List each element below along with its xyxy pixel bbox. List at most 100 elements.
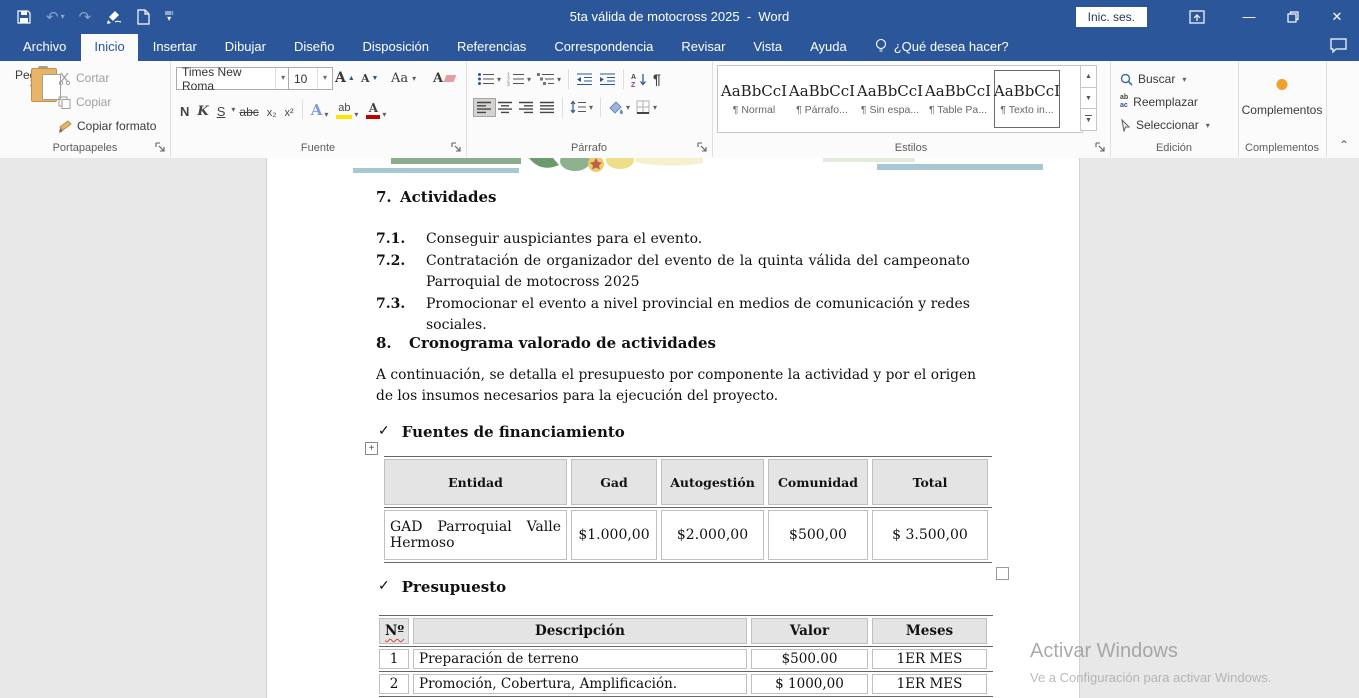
align-center-button[interactable] — [495, 99, 516, 116]
change-case-button[interactable]: Aa▾ — [388, 67, 419, 89]
new-document-icon[interactable] — [137, 9, 150, 25]
collapse-ribbon-icon[interactable]: ⌃ — [1339, 138, 1349, 152]
tab-insertar[interactable]: Insertar — [140, 34, 210, 61]
show-paragraph-marks-button[interactable]: ¶ — [650, 69, 664, 89]
grow-font-button[interactable]: A▲ — [332, 67, 358, 89]
font-dialog-launcher-icon[interactable] — [450, 141, 462, 153]
sign-in-button[interactable]: Inic. ses. — [1076, 7, 1147, 27]
clear-formatting-button[interactable]: A — [430, 67, 458, 89]
table-cell[interactable]: Preparación de terreno — [413, 649, 747, 669]
style-sin-espaciado[interactable]: AaBbCcI ¶ Sin espa... — [858, 71, 922, 127]
table-header-cell[interactable]: Total — [872, 459, 988, 505]
table-header-cell[interactable]: Comunidad — [768, 459, 868, 505]
ribbon-display-options-icon[interactable] — [1175, 0, 1219, 33]
font-size-dropdown-icon[interactable]: ▾ — [317, 68, 332, 89]
table-cell[interactable]: 2 — [379, 674, 409, 694]
select-button[interactable]: Seleccionar▾ — [1120, 115, 1210, 135]
table-header-cell[interactable]: Meses — [872, 618, 987, 644]
table-resize-handle[interactable] — [996, 567, 1009, 580]
table-cell[interactable]: $2.000,00 — [661, 510, 764, 560]
table-move-handle[interactable]: + — [365, 442, 378, 455]
superscript-button[interactable]: x² — [281, 97, 298, 121]
tab-correspondencia[interactable]: Correspondencia — [541, 34, 666, 61]
style-texto-independiente[interactable]: AaBbCcI ¶ Texto in... — [994, 70, 1060, 128]
tab-referencias[interactable]: Referencias — [444, 34, 539, 61]
table-cell[interactable]: $500,00 — [768, 510, 868, 560]
styles-scroll-down-icon[interactable]: ▼ — [1080, 88, 1097, 110]
minimize-button[interactable]: — — [1227, 0, 1271, 33]
styles-more-icon[interactable]: ▼ — [1080, 109, 1097, 131]
tab-revisar[interactable]: Revisar — [668, 34, 738, 61]
table-header-cell[interactable]: Descripción — [413, 618, 747, 644]
table-cell[interactable]: 1ER MES — [872, 649, 987, 669]
tab-ayuda[interactable]: Ayuda — [797, 34, 860, 61]
tab-archivo[interactable]: Archivo — [10, 34, 79, 61]
shrink-font-button[interactable]: A▼ — [358, 67, 381, 89]
tab-dibujar[interactable]: Dibujar — [212, 34, 279, 61]
document-page[interactable]: 7. Actividades 7.1. Conseguir auspiciant… — [266, 158, 1080, 698]
tab-inicio[interactable]: Inicio — [81, 34, 137, 61]
sort-button[interactable]: AZ — [628, 70, 650, 89]
tab-diseno[interactable]: Diseño — [281, 34, 347, 61]
undo-icon[interactable]: ↶▾ — [46, 8, 65, 26]
table-cell[interactable]: 1ER MES — [872, 674, 987, 694]
bold-button[interactable]: N — [176, 97, 193, 121]
style-normal[interactable]: AaBbCcI ¶ Normal — [722, 71, 786, 127]
table-cell[interactable]: GAD Parroquial Valle Hermoso — [384, 510, 567, 560]
ink-tool-icon[interactable] — [105, 9, 123, 25]
multilevel-list-button[interactable]: ▾ — [534, 70, 564, 88]
style-table-paragraph[interactable]: AaBbCcI ¶ Table Pa... — [926, 71, 990, 127]
highlight-button[interactable]: ab▾ — [332, 97, 362, 121]
table-header-cell[interactable]: Valor — [751, 618, 868, 644]
table-cell[interactable]: $500.00 — [751, 649, 868, 669]
table-cell[interactable]: Promoción, Cobertura, Amplificación. — [413, 674, 747, 694]
subscript-button[interactable]: x₂ — [263, 97, 281, 121]
underline-button[interactable]: S — [213, 97, 230, 121]
table-header-cell[interactable]: Autogestión — [661, 459, 764, 505]
customize-qat-icon[interactable]: ≕▾ — [164, 11, 174, 22]
styles-scroll-up-icon[interactable]: ▲ — [1080, 65, 1097, 88]
copy-button[interactable]: Copiar — [58, 93, 156, 111]
font-color-button[interactable]: A▾ — [362, 97, 390, 121]
text-effects-button[interactable]: A▾ — [307, 97, 333, 121]
numbered-list-button[interactable]: 123▾ — [504, 70, 534, 88]
cut-button[interactable]: Cortar — [58, 69, 156, 87]
tab-vista[interactable]: Vista — [740, 34, 795, 61]
tab-disposicion[interactable]: Disposición — [349, 34, 441, 61]
strikethrough-button[interactable]: abc — [235, 97, 262, 121]
decrease-indent-button[interactable] — [573, 70, 596, 88]
style-parrafo[interactable]: AaBbCcI ¶ Párrafo... — [790, 71, 854, 127]
font-name-select[interactable]: Times New Roma▾ — [176, 67, 291, 90]
increase-indent-button[interactable] — [596, 70, 619, 88]
paragraph-dialog-launcher-icon[interactable] — [696, 141, 708, 153]
paste-button[interactable]: Pegar ▾ — [8, 66, 54, 138]
table-header-cell[interactable]: Gad — [571, 459, 657, 505]
bullet-list-button[interactable]: ▾ — [474, 70, 504, 88]
borders-button[interactable]: ▾ — [633, 98, 660, 116]
clipboard-dialog-launcher-icon[interactable] — [154, 141, 166, 153]
table-header-cell[interactable]: Entidad — [384, 459, 567, 505]
table-cell[interactable]: $1.000,00 — [571, 510, 657, 560]
save-icon[interactable] — [16, 9, 32, 25]
format-painter-button[interactable]: Copiar formato — [58, 117, 156, 135]
font-size-select[interactable]: 10▾ — [288, 67, 333, 90]
justify-button[interactable] — [537, 99, 558, 116]
align-right-button[interactable] — [516, 99, 537, 116]
table-cell[interactable]: $ 3.500,00 — [872, 510, 988, 560]
redo-icon[interactable]: ↷ — [79, 8, 92, 26]
styles-dialog-launcher-icon[interactable] — [1094, 141, 1106, 153]
table-cell[interactable]: $ 1000,00 — [751, 674, 868, 694]
replace-button[interactable]: ab ac Reemplazar — [1120, 92, 1198, 112]
tell-me-box[interactable]: ¿Qué desea hacer? — [861, 33, 1019, 61]
italic-button[interactable]: K — [193, 97, 212, 121]
restore-button[interactable] — [1271, 0, 1315, 33]
letterhead-green-bar — [391, 158, 521, 164]
close-button[interactable]: ✕ — [1315, 0, 1359, 33]
line-spacing-button[interactable]: ▾ — [567, 98, 596, 116]
table-header-cell[interactable]: Nº — [379, 618, 409, 644]
align-left-button[interactable] — [474, 99, 495, 116]
feedback-icon[interactable] — [1330, 38, 1347, 56]
table-cell[interactable]: 1 — [379, 649, 409, 669]
find-button[interactable]: Buscar▾ — [1120, 69, 1186, 89]
shading-button[interactable]: ▾ — [605, 98, 633, 116]
